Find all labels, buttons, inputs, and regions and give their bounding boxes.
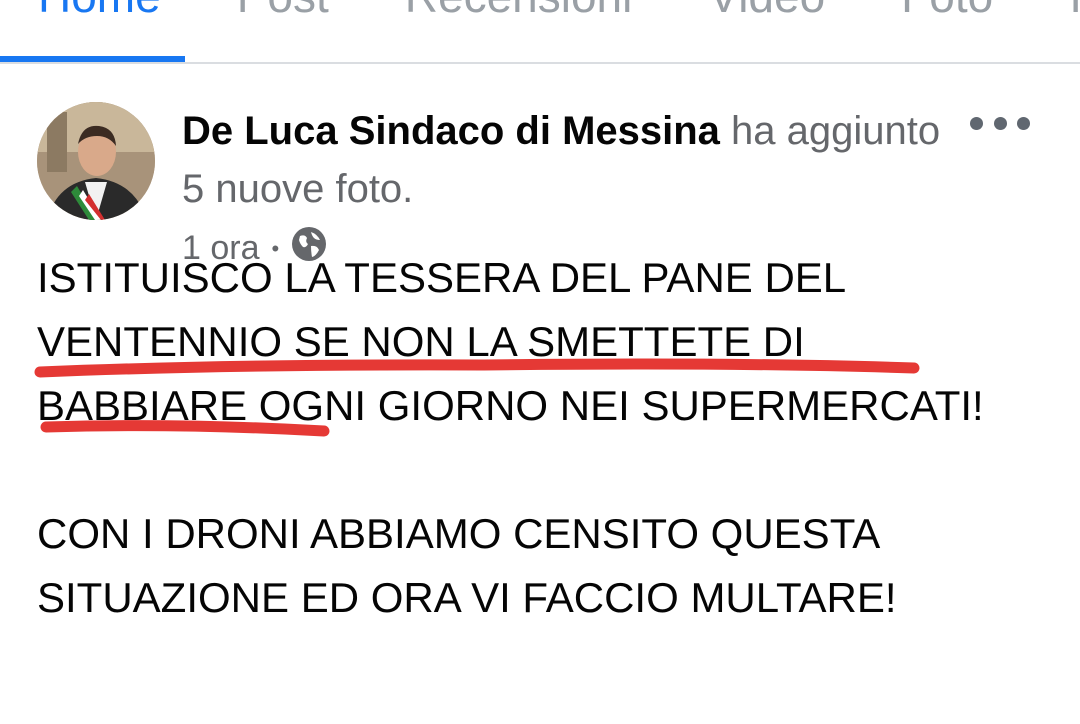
active-tab-indicator xyxy=(0,56,185,62)
avatar[interactable] xyxy=(37,102,155,220)
post-line: SITUAZIONE ED ORA VI FACCIO MULTARE! xyxy=(37,574,897,621)
post-line: CON I DRONI ABBIAMO CENSITO QUESTA xyxy=(37,510,881,557)
post-text: ISTITUISCO LA TESSERA DEL PANE DEL VENTE… xyxy=(37,246,1057,694)
post-line: ISTITUISCO LA TESSERA DEL PANE DEL xyxy=(37,254,847,301)
tabs: Home Post Recensioni Video Foto Informaz… xyxy=(0,0,1080,26)
tab-home[interactable]: Home xyxy=(0,0,199,26)
red-underline-2 xyxy=(40,420,330,437)
tab-post[interactable]: Post xyxy=(199,0,367,26)
author-name[interactable]: De Luca Sindaco di Messina xyxy=(182,109,720,153)
tab-informazioni[interactable]: Informazioni xyxy=(1031,0,1080,26)
post-paragraph-2: CON I DRONI ABBIAMO CENSITO QUESTA SITUA… xyxy=(37,502,1057,630)
post-paragraph-1: ISTITUISCO LA TESSERA DEL PANE DEL VENTE… xyxy=(37,246,1057,438)
page-tab-bar: Home Post Recensioni Video Foto Informaz… xyxy=(0,0,1080,64)
more-options-icon[interactable] xyxy=(970,108,1030,138)
tab-recensioni[interactable]: Recensioni xyxy=(367,0,671,26)
red-underline-1 xyxy=(34,358,920,378)
tab-foto[interactable]: Foto xyxy=(863,0,1031,26)
tab-video[interactable]: Video xyxy=(670,0,863,26)
post-header: De Luca Sindaco di Messina ha aggiunto 5… xyxy=(182,102,962,218)
